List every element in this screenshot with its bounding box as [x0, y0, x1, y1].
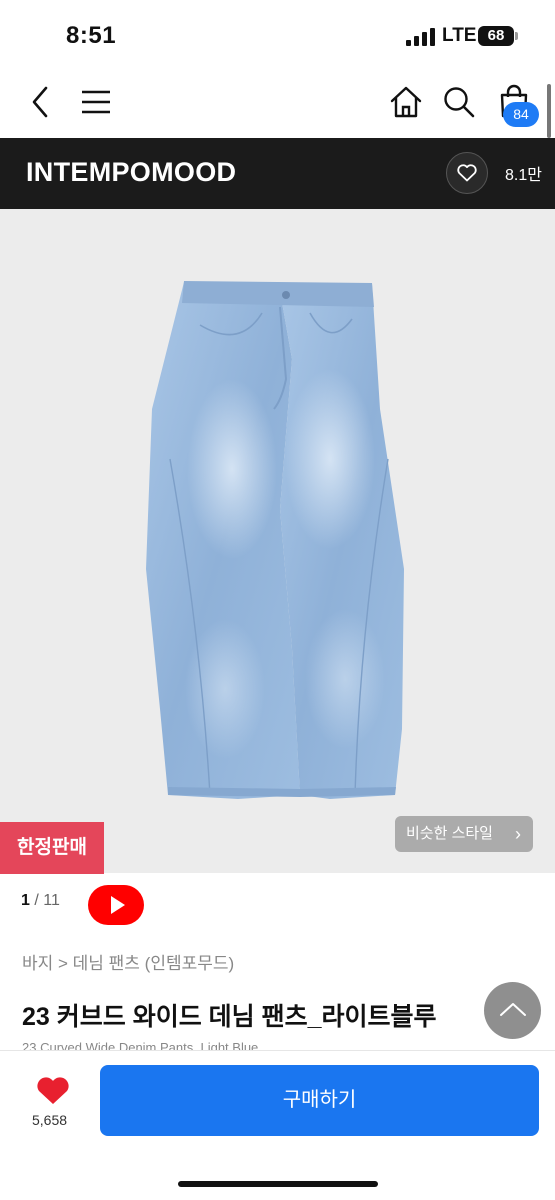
- similar-style-label: 비슷한 스타일: [406, 825, 493, 842]
- total-image-count: 11: [43, 892, 60, 909]
- home-icon[interactable]: [389, 85, 423, 119]
- chevron-right-icon: ›: [515, 824, 521, 844]
- similar-style-button[interactable]: 비슷한 스타일 ›: [395, 816, 533, 852]
- heart-icon[interactable]: [35, 1076, 71, 1106]
- hamburger-icon[interactable]: [80, 88, 112, 116]
- product-photo: [146, 281, 404, 799]
- status-bar: 8:51 LTE 68: [0, 0, 555, 70]
- heart-outline-icon: [457, 164, 477, 182]
- buy-button[interactable]: 구매하기: [100, 1065, 539, 1136]
- cart-count-badge: 84: [503, 102, 539, 127]
- brand-like-count: 8.1만: [505, 167, 542, 184]
- status-time: 8:51: [66, 22, 117, 49]
- current-image-index: 1: [21, 892, 30, 909]
- limited-sale-tag: 한정판매: [0, 822, 104, 874]
- chevron-up-icon: [500, 1003, 526, 1016]
- scroll-to-top-button[interactable]: [484, 982, 541, 1039]
- home-indicator: [178, 1181, 378, 1187]
- breadcrumb[interactable]: 바지 > 데님 팬츠 (인템포무드): [22, 949, 234, 974]
- product-title: 23 커브드 와이드 데님 팬츠_라이트블루: [22, 1003, 437, 1031]
- image-pager: 1 / 11: [21, 892, 60, 909]
- product-like-count: 5,658: [32, 1112, 68, 1128]
- brand-name[interactable]: INTEMPOMOOD: [26, 157, 236, 188]
- signal-icon: [406, 28, 436, 46]
- top-nav-bar: [0, 70, 555, 138]
- product-image[interactable]: [0, 209, 555, 873]
- youtube-play-button[interactable]: [88, 885, 144, 925]
- scroll-indicator: [547, 84, 551, 138]
- search-icon[interactable]: [442, 85, 476, 119]
- chevron-left-icon[interactable]: [28, 84, 54, 120]
- battery-icon: 68: [478, 26, 518, 46]
- brand-like-button[interactable]: [446, 152, 488, 194]
- network-label: LTE: [442, 25, 477, 46]
